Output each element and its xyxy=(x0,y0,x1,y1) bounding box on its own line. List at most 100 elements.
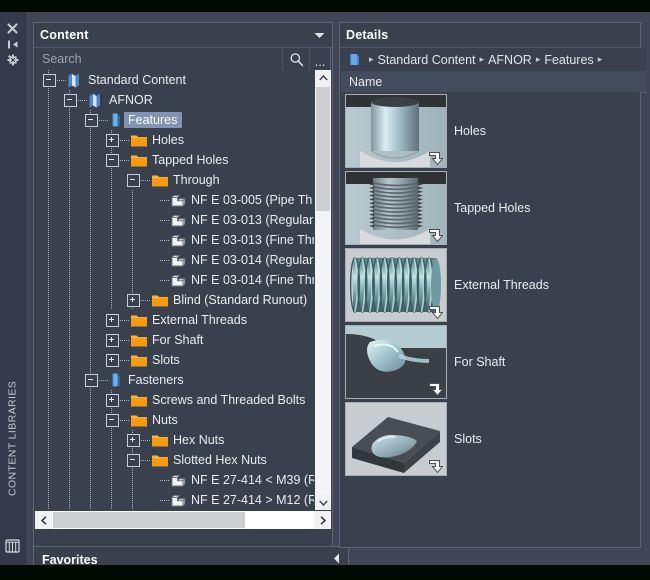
details-row[interactable]: Holes xyxy=(341,92,639,169)
tree-item[interactable]: Features xyxy=(35,110,315,130)
details-panel-title: Details xyxy=(346,28,389,42)
tree-item[interactable]: NF E 27-414 > M12 (R xyxy=(35,490,315,510)
folder-orange-icon xyxy=(130,313,148,328)
tree-vertical-scrollbar[interactable] xyxy=(314,70,331,511)
tree-item[interactable]: NF E 03-014 (Regular xyxy=(35,250,315,270)
auto-hide-icon[interactable] xyxy=(0,36,25,52)
details-column-header: Name xyxy=(341,71,647,93)
tree-connector xyxy=(141,439,151,441)
tree-item-label: NF E 03-014 (Fine Thr xyxy=(191,273,315,287)
tree-item[interactable]: Hex Nuts xyxy=(35,430,315,450)
details-list: Holes Tapped Holes External Threads For Sha… xyxy=(341,92,639,545)
detail-thumbnail[interactable] xyxy=(345,170,447,245)
details-row-label: For Shaft xyxy=(454,354,506,369)
close-icon[interactable] xyxy=(0,20,25,36)
tree-item[interactable]: Blind (Standard Runout) xyxy=(35,290,315,310)
expand-icon[interactable] xyxy=(127,433,140,447)
more-options-button[interactable]: ... xyxy=(309,46,331,72)
expand-icon[interactable] xyxy=(106,133,119,147)
tree-item-label: Slotted Hex Nuts xyxy=(173,453,267,467)
tree-connector xyxy=(160,499,170,501)
tree-horizontal-scrollbar[interactable] xyxy=(35,510,331,529)
part-icon xyxy=(170,213,187,228)
detail-thumbnail[interactable] xyxy=(345,401,447,476)
expand-icon[interactable] xyxy=(106,393,119,407)
tree-connector xyxy=(120,419,130,421)
scroll-right-icon[interactable] xyxy=(314,511,331,529)
details-row[interactable]: External Threads xyxy=(341,246,639,323)
tree-item[interactable]: External Threads xyxy=(35,310,315,330)
details-row[interactable]: Tapped Holes xyxy=(341,169,639,246)
collapse-icon[interactable] xyxy=(106,153,119,167)
content-tree-wrapper: Standard Content AFNOR Features Holes Tapped… xyxy=(35,70,331,529)
expand-icon[interactable] xyxy=(106,333,119,347)
tree-item[interactable]: NF E 27-414 < M39 (R xyxy=(35,470,315,490)
tree-connector xyxy=(141,179,151,181)
tree-item-label: Standard Content xyxy=(88,73,186,87)
tree-item[interactable]: NF E 03-014 (Fine Thr xyxy=(35,270,315,290)
breadcrumb-separator-icon: ▸ xyxy=(369,54,374,64)
tree-item[interactable]: AFNOR xyxy=(35,90,315,110)
tree-item[interactable]: NF E 03-005 (Pipe Th xyxy=(35,190,315,210)
collapse-icon[interactable] xyxy=(127,453,140,467)
tree-connector xyxy=(160,259,170,261)
detail-thumbnail[interactable] xyxy=(345,93,447,168)
magnifier-icon[interactable] xyxy=(282,48,309,70)
tree-hscrollbar-thumb[interactable] xyxy=(53,512,245,528)
expand-icon[interactable] xyxy=(106,313,119,327)
settings-gear-icon[interactable] xyxy=(0,52,25,68)
tree-item[interactable]: Fasteners xyxy=(35,370,315,390)
details-row[interactable]: Slots xyxy=(341,400,639,477)
folder-orange-icon xyxy=(151,453,169,468)
collapse-icon[interactable] xyxy=(43,73,56,87)
collapse-icon[interactable] xyxy=(85,113,98,127)
tree-item[interactable]: Holes xyxy=(35,130,315,150)
breadcrumb-item[interactable]: AFNOR xyxy=(488,53,532,67)
scroll-down-icon[interactable] xyxy=(315,495,331,511)
tree-item-label: External Threads xyxy=(152,313,247,327)
tree-item[interactable]: Nuts xyxy=(35,410,315,430)
tree-item[interactable]: Slotted Hex Nuts xyxy=(35,450,315,470)
tree-item[interactable]: Screws and Threaded Bolts xyxy=(35,390,315,410)
tree-connector xyxy=(120,159,130,161)
detail-thumbnail[interactable] xyxy=(345,324,447,399)
tree-item-label: Hex Nuts xyxy=(173,433,225,447)
tree-item[interactable]: NF E 03-013 (Regular xyxy=(35,210,315,230)
tree-item[interactable]: Slots xyxy=(35,350,315,370)
expand-icon[interactable] xyxy=(106,353,119,367)
collapse-icon[interactable] xyxy=(64,93,77,107)
part-icon xyxy=(170,193,187,208)
details-panel-header: Details xyxy=(340,23,640,48)
tree-scrollbar-thumb[interactable] xyxy=(316,87,330,211)
search-input[interactable] xyxy=(35,48,282,70)
drag-arrow-icon xyxy=(427,458,444,474)
collapse-icon[interactable] xyxy=(127,173,140,187)
breadcrumb-item[interactable]: Standard Content xyxy=(378,53,476,67)
bottom-band xyxy=(0,565,650,580)
part-icon xyxy=(170,253,187,268)
breadcrumb-item[interactable]: Features xyxy=(544,53,593,67)
tree-item[interactable]: Through xyxy=(35,170,315,190)
tree-item[interactable]: For Shaft xyxy=(35,330,315,350)
tree-item-label: Fasteners xyxy=(128,373,184,387)
collapse-icon[interactable] xyxy=(85,373,98,387)
tree-item[interactable]: Tapped Holes xyxy=(35,150,315,170)
details-row[interactable]: For Shaft xyxy=(341,323,639,400)
expand-icon[interactable] xyxy=(127,293,140,307)
tree-item[interactable]: NF E 03-013 (Fine Thr xyxy=(35,230,315,250)
chevron-down-icon[interactable] xyxy=(313,29,326,42)
content-libraries-icon[interactable] xyxy=(0,535,25,557)
folder-orange-icon xyxy=(151,173,169,188)
collapse-icon[interactable] xyxy=(106,413,119,427)
detail-thumbnail[interactable] xyxy=(345,247,447,322)
tree-item[interactable]: Standard Content xyxy=(35,70,315,90)
tree-item-label: Through xyxy=(173,173,220,187)
scroll-left-icon[interactable] xyxy=(35,511,52,529)
scroll-up-icon[interactable] xyxy=(315,70,331,86)
